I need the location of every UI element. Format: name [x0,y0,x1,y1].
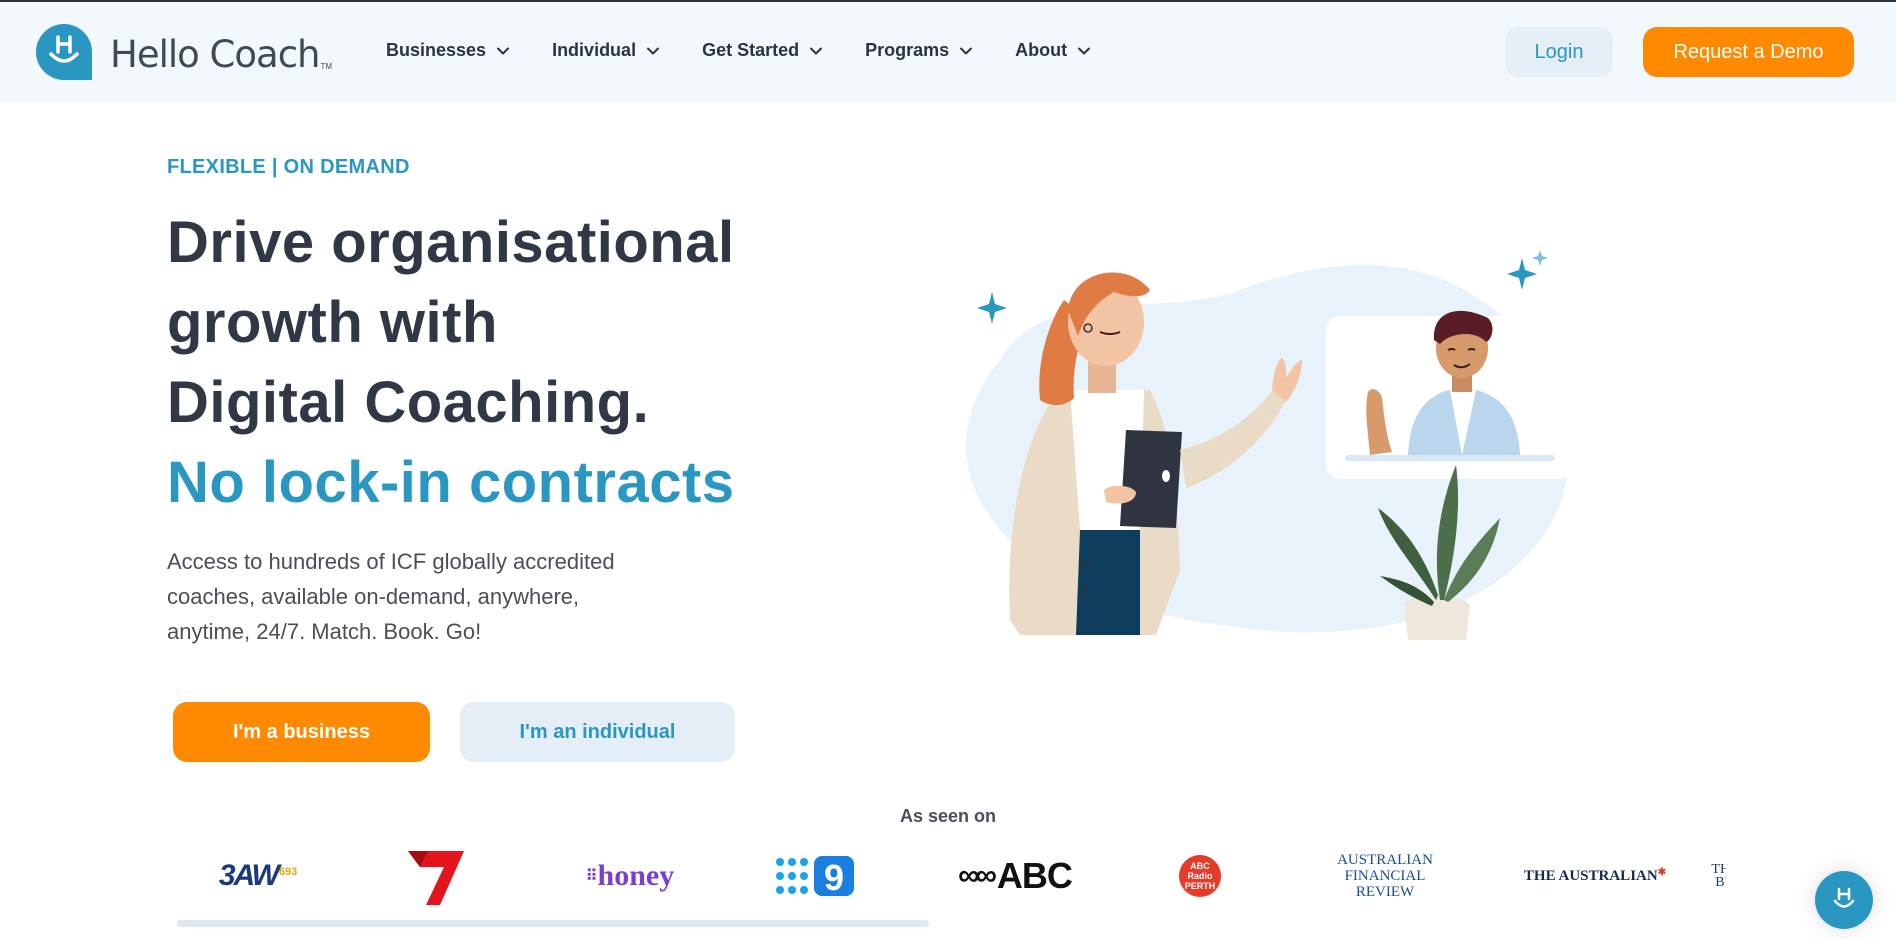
nav-item-label: Individual [552,40,637,60]
honey-dots-icon: ⠿ [585,868,598,885]
logo-seven[interactable] [402,836,472,916]
request-demo-button[interactable]: Request a Demo [1643,27,1854,77]
chevron-down-icon [810,47,823,54]
svg-text:9: 9 [824,857,844,898]
logo-honey[interactable]: ⠿ honey [570,836,690,916]
business-button[interactable]: I'm a business [173,702,430,762]
hero-illustration: 0 0 [966,250,1574,640]
nav-item-label: Businesses [386,40,487,60]
nav-item-label: Get Started [702,40,800,60]
chat-button[interactable] [1815,871,1873,929]
headline-line-2: growth with [167,290,498,355]
brand-name: Hello Coach [110,32,320,76]
svg-text:0: 0 [1080,584,1088,600]
logo-honey-text: honey [597,859,675,892]
headline-line-1: Drive organisational [167,210,735,275]
logo-afr-line2: FINANCIAL REVIEW [1344,868,1426,900]
svg-text:0: 0 [1080,557,1088,573]
logo-3aw-sub: 693 [278,866,298,878]
logo-3aw-text: 3AW [218,859,280,892]
logo-afr[interactable]: AUSTRALIAN FINANCIAL REVIEW [1320,836,1450,916]
logo-partial-line2: BU [1715,875,1726,890]
logo-channel-nine[interactable]: 9 [770,836,860,916]
as-seen-on-label: As seen on [899,806,997,826]
hero-eyebrow: FLEXIBLE | ON DEMAND [167,156,410,178]
nav-item-label: Programs [865,40,950,60]
hero-headline: Drive organisational growth with Digital… [167,203,735,523]
channel-nine-icon: 9 [776,856,854,898]
chevron-down-icon [647,47,660,54]
site-header: Hello Coach TM Businesses Individual Get… [0,2,1896,102]
logo-business-partial[interactable]: THE BU [1710,836,1726,916]
hello-coach-logo-icon [36,24,92,80]
nav-item-label: About [1015,40,1068,60]
sparkle-icon [977,292,1007,324]
logo-afr-line1: AUSTRALIAN [1337,852,1433,868]
individual-button[interactable]: I'm an individual [460,702,735,762]
hero-subtext: Access to hundreds of ICF globally accre… [167,549,615,644]
main-nav: Businesses Individual Get Started Progra… [386,40,1133,61]
sparkle-icon [1532,250,1548,266]
chat-helper-icon [1833,887,1855,908]
chevron-down-icon [497,47,510,54]
nav-item-programs[interactable]: Programs [865,40,973,61]
headline-accent: No lock-in contracts [167,450,735,515]
sparkle-icon [1507,258,1537,290]
brand-logo[interactable]: Hello Coach TM [34,22,332,82]
abc-radio-perth-badge: ABC Radio PERTH [1179,855,1221,897]
logo-3aw[interactable]: 3AW 693 [218,836,298,916]
nav-item-individual[interactable]: Individual [552,40,660,61]
abc-lissajous-icon: ∞∞ [958,859,997,892]
seven-network-icon [408,851,464,905]
logo-the-australian-text: THE AUSTRALIAN [1523,867,1658,884]
press-logo-carousel[interactable]: 3AW 693 ⠿ honey 9 ∞∞ ABC ABC Radio PERTH AU… [170,836,1726,916]
nav-item-about[interactable]: About [1015,40,1091,61]
chevron-down-icon [1078,47,1091,54]
tablet-icon [1120,430,1182,528]
logo-abc-text: ABC [996,855,1073,896]
nav-item-get-started[interactable]: Get Started [702,40,823,61]
login-button[interactable]: Login [1505,27,1613,77]
logo-abc-radio-perth[interactable]: ABC Radio PERTH [1175,836,1225,916]
nav-item-businesses[interactable]: Businesses [386,40,510,61]
star-icon: ✱ [1657,866,1667,878]
brand-trademark: TM [320,61,333,71]
carousel-scrollbar-thumb[interactable] [177,920,929,927]
logo-abc[interactable]: ∞∞ ABC [950,836,1080,916]
chevron-down-icon [960,47,973,54]
headline-line-3: Digital Coaching. [167,370,650,435]
logo-the-australian[interactable]: THE AUSTRALIAN ✱ [1515,836,1675,916]
plant-pot [1404,595,1470,640]
